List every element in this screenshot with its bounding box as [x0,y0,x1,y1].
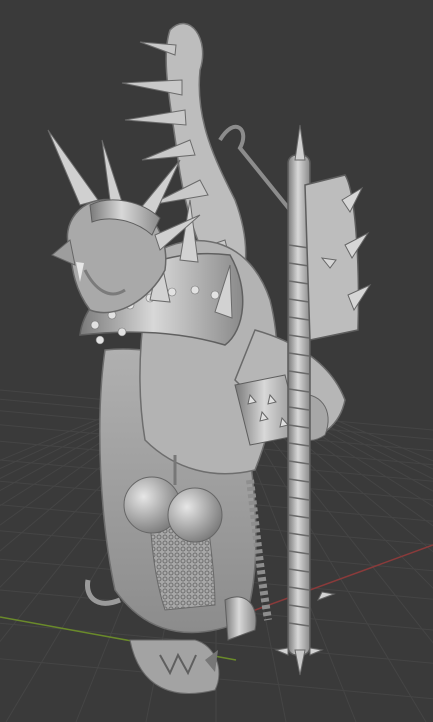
viewport-3d[interactable] [0,0,433,722]
rivet [90,320,100,330]
rivet [190,285,200,295]
rivet [167,287,177,297]
rivet [95,335,105,345]
axe-top-spike [294,124,306,161]
viewport-canvas[interactable] [0,0,433,722]
axe-pommel-spike [294,649,306,676]
rivet [117,327,127,337]
rivet [210,290,220,300]
pouch-right [167,487,223,543]
knee-guard [224,596,257,641]
left-foot [129,639,220,694]
sculpt-model[interactable] [47,22,372,694]
